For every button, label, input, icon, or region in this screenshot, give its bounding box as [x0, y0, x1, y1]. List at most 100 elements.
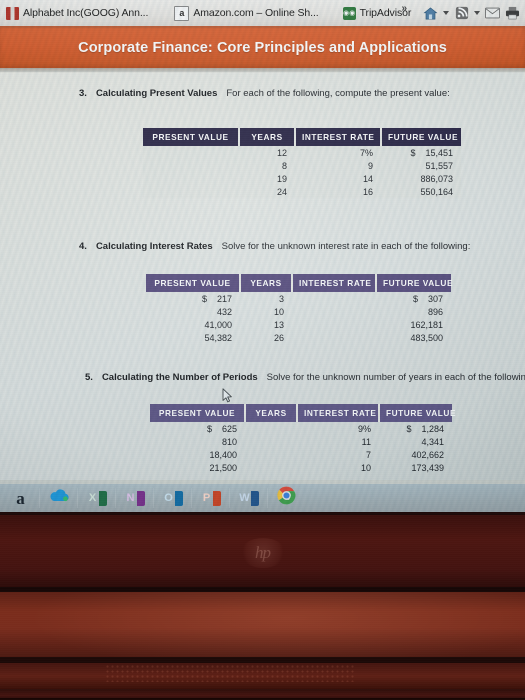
cell-present-value: 432 [216, 306, 232, 317]
cell-years [245, 461, 297, 474]
amazon-icon: a [174, 5, 190, 21]
cell-interest-rate [292, 305, 376, 318]
question-title: Calculating Interest Rates [95, 241, 213, 252]
table-row: 810 11 4,341 [150, 435, 452, 448]
speaker-grille [105, 664, 355, 682]
cell-interest-rate [292, 318, 376, 331]
cell-interest-rate [292, 292, 376, 305]
value: 1,284 [421, 423, 444, 434]
cell-years: 26 [273, 332, 284, 343]
taskbar-item-excel[interactable]: X [78, 484, 115, 512]
cell-future-value: 886,073 [381, 172, 461, 185]
cell-present-value: 810 [221, 436, 237, 447]
value: 217 [216, 293, 232, 304]
cell-present-value: $625 [150, 422, 245, 435]
browser-favorites-bar: Alphabet Inc(GOOG) Ann... a Amazon.com –… [0, 0, 525, 26]
taskbar-item-amazon[interactable]: a [2, 484, 39, 512]
cell-present-value: 41,000 [204, 319, 232, 330]
windows-taskbar: a X N O P W [0, 484, 525, 512]
table-row: $625 9% $1,284 [150, 422, 452, 435]
cell-years: 8 [239, 159, 295, 172]
question-5-table: PRESENT VALUE YEARS INTEREST RATE FUTURE… [150, 404, 456, 474]
question-5-heading: 5. Calculating the Number of Periods Sol… [85, 372, 525, 383]
taskbar-item-onedrive[interactable] [40, 484, 77, 512]
onedrive-cloud-icon [48, 488, 70, 508]
laptop-body: hp [0, 512, 525, 700]
question-5-block: 5. Calculating the Number of Periods Sol… [85, 372, 525, 383]
question-4-table: PRESENT VALUE YEARS INTEREST RATE FUTURE… [146, 274, 453, 344]
hinge-sheen [0, 592, 525, 657]
mouse-cursor [222, 388, 233, 403]
cell-future-value: $15,451 [381, 146, 461, 159]
col-future-value: FUTURE VALUE [379, 404, 456, 422]
table-row: 41,000 13 162,181 [146, 318, 451, 331]
powerpoint-icon: P [201, 490, 221, 507]
laptop-display: Alphabet Inc(GOOG) Ann... a Amazon.com –… [0, 0, 525, 512]
hp-logo: hp [239, 538, 286, 568]
currency-symbol: $ [406, 423, 412, 434]
value: 15,451 [425, 147, 453, 158]
cell-years: 12 [239, 146, 295, 159]
col-interest-rate: INTEREST RATE [295, 128, 382, 146]
table-row: 54,382 26 483,500 [146, 331, 451, 344]
taskbar-item-powerpoint[interactable]: P [192, 484, 229, 512]
page-header-band: Corporate Finance: Core Principles and A… [0, 28, 525, 68]
chevron-down-icon[interactable] [443, 11, 449, 15]
favorites-overflow-button[interactable]: » [401, 3, 407, 14]
value: 307 [427, 293, 443, 304]
cell-years [245, 422, 297, 435]
table-row: 12 7% $15,451 [143, 146, 461, 159]
col-present-value: PRESENT VALUE [150, 404, 246, 422]
question-number: 5. [85, 372, 93, 383]
cell-years: 13 [273, 319, 284, 330]
favorite-item-amazon[interactable]: a Amazon.com – Online Sh... [168, 0, 324, 26]
cell-years [245, 448, 297, 461]
chrome-icon [277, 486, 296, 510]
table-row: 18,400 7 402,662 [150, 448, 452, 461]
cell-future-value: 550,164 [381, 185, 461, 198]
word-icon: W [239, 490, 259, 507]
currency-symbol: $ [206, 423, 212, 434]
taskbar-item-outlook[interactable]: O [154, 484, 191, 512]
cell-years: 10 [273, 306, 284, 317]
favorite-item-alphabet[interactable]: Alphabet Inc(GOOG) Ann... [0, 0, 154, 26]
taskbar-item-onenote[interactable]: N [116, 484, 153, 512]
currency-symbol: $ [412, 293, 418, 304]
currency-symbol: $ [201, 293, 207, 304]
cell-future-value: 4,341 [421, 436, 444, 447]
cell-present-value [143, 159, 239, 172]
chevron-down-icon[interactable] [474, 11, 480, 15]
header-shadow [0, 68, 525, 73]
table-row: 24 16 550,164 [143, 185, 461, 198]
cell-future-value: 896 [427, 306, 443, 317]
cell-present-value [143, 185, 239, 198]
taskbar-item-word[interactable]: W [230, 484, 267, 512]
cell-interest-rate: 11 [361, 436, 371, 447]
cell-interest-rate [292, 331, 376, 344]
cell-present-value: 18,400 [209, 449, 237, 460]
cell-present-value: 21,500 [209, 462, 237, 473]
rss-feed-icon[interactable] [453, 5, 470, 22]
cell-future-value: 51,557 [381, 159, 461, 172]
col-present-value: PRESENT VALUE [143, 128, 240, 146]
home-icon[interactable] [422, 5, 439, 22]
cell-future-value: 483,500 [410, 332, 443, 343]
question-title: Calculating Present Values [95, 88, 218, 99]
cell-interest-rate: 9 [295, 159, 381, 172]
printer-icon[interactable] [504, 5, 521, 22]
outlook-icon: O [163, 490, 183, 507]
col-years: YEARS [240, 274, 293, 292]
cell-interest-rate: 10 [360, 462, 371, 473]
cell-present-value [143, 146, 239, 159]
table-header-row: PRESENT VALUE YEARS INTEREST RATE FUTURE… [146, 274, 453, 292]
table-row: 8 9 51,557 [143, 159, 461, 172]
cell-future-value: 162,181 [410, 319, 443, 330]
cell-future-value: 402,662 [411, 449, 444, 460]
mail-icon[interactable] [484, 5, 501, 22]
browser-toolbar-icons [422, 0, 521, 26]
document-body: 3. Calculating Present Values For each o… [0, 72, 525, 480]
table-row: $217 3 $307 [146, 292, 451, 305]
question-prompt: For each of the following, compute the p… [226, 88, 450, 99]
page-title: Corporate Finance: Core Principles and A… [78, 40, 447, 56]
taskbar-item-chrome[interactable] [268, 484, 305, 512]
